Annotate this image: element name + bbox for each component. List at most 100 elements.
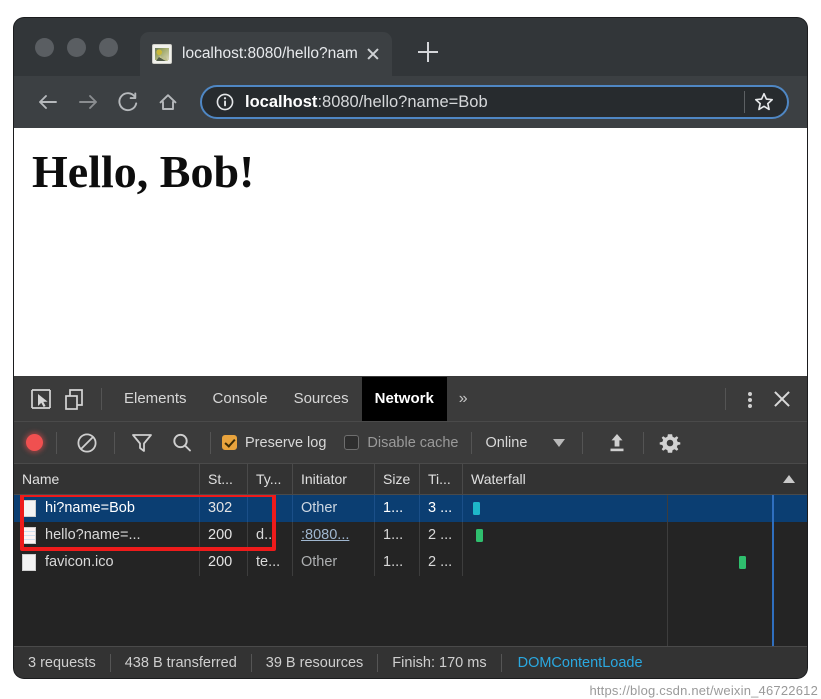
record-button[interactable]	[26, 434, 43, 451]
column-header-waterfall-label: Waterfall	[471, 471, 526, 487]
table-row[interactable]: hello?name=... 200 d... :8080... 1... 2 …	[14, 522, 807, 549]
tab-title: localhost:8080/hello?name=Bob	[182, 45, 358, 62]
close-icon[interactable]	[362, 43, 384, 65]
row-name: hello?name=...	[45, 527, 141, 543]
row-status: 200	[200, 522, 248, 549]
page-viewport: Hello, Bob!	[14, 128, 807, 376]
network-request-list[interactable]: hi?name=Bob 302 Other 1... 3 ... hello?n…	[14, 495, 807, 646]
arrow-left-icon	[39, 95, 57, 109]
network-column-headers: Name St... Ty... Initiator Size Ti... Wa…	[14, 463, 807, 495]
reload-button[interactable]	[108, 82, 148, 122]
back-button[interactable]	[28, 82, 68, 122]
favicon-icon	[152, 44, 172, 64]
new-tab-button[interactable]	[414, 38, 442, 66]
column-header-initiator[interactable]: Initiator	[293, 463, 375, 495]
status-requests: 3 requests	[14, 653, 111, 672]
device-toolbar-icon[interactable]	[58, 382, 92, 416]
divider	[744, 91, 745, 113]
tab-elements[interactable]: Elements	[111, 377, 200, 421]
checkbox-box[interactable]	[222, 435, 237, 450]
table-row[interactable]: favicon.ico 200 te... Other 1... 2 ...	[14, 549, 807, 576]
tab-console[interactable]: Console	[200, 377, 281, 421]
table-row[interactable]: hi?name=Bob 302 Other 1... 3 ...	[14, 495, 807, 522]
divider	[114, 431, 115, 454]
inspect-cursor-icon[interactable]	[24, 382, 58, 416]
window-minimize-button[interactable]	[67, 38, 86, 57]
checkbox-box[interactable]	[344, 435, 360, 450]
tab-sources[interactable]: Sources	[281, 377, 362, 421]
info-circle-icon[interactable]	[216, 93, 234, 111]
row-status: 200	[200, 549, 248, 576]
disable-cache-checkbox[interactable]: Disable cache	[344, 435, 458, 451]
row-name-cell[interactable]: favicon.ico	[14, 549, 200, 576]
column-header-time[interactable]: Ti...	[420, 463, 463, 495]
network-status-bar: 3 requests 438 B transferred 39 B resour…	[14, 646, 807, 678]
address-bar-path: :8080/hello?name=Bob	[317, 92, 488, 111]
waterfall-gridline	[667, 495, 668, 646]
row-initiator[interactable]: Other	[293, 495, 375, 522]
divider	[471, 431, 473, 454]
home-button[interactable]	[148, 82, 188, 122]
column-header-type[interactable]: Ty...	[248, 463, 293, 495]
row-name: favicon.ico	[45, 554, 114, 570]
chevron-down-icon[interactable]	[553, 438, 566, 447]
forward-button[interactable]	[68, 82, 108, 122]
row-waterfall	[463, 549, 807, 576]
search-icon[interactable]	[165, 426, 199, 460]
star-icon[interactable]	[747, 87, 781, 117]
row-type: d...	[248, 522, 293, 549]
browser-tab-active[interactable]: localhost:8080/hello?name=Bob	[140, 32, 392, 76]
kebab-menu-icon[interactable]	[735, 382, 765, 416]
tab-network[interactable]: Network	[361, 377, 447, 421]
row-name-cell[interactable]: hi?name=Bob	[14, 495, 200, 522]
reload-icon	[118, 92, 138, 112]
address-bar-url: localhost:8080/hello?name=Bob	[245, 93, 742, 112]
sort-ascending-icon[interactable]	[783, 475, 795, 483]
address-bar-host: localhost	[245, 92, 318, 111]
address-bar[interactable]: localhost:8080/hello?name=Bob	[200, 85, 789, 119]
row-time: 2 ...	[420, 522, 463, 549]
column-header-waterfall[interactable]: Waterfall	[463, 463, 807, 495]
devtools-tabbar-right	[716, 377, 799, 421]
gear-icon[interactable]	[653, 426, 687, 460]
preserve-log-checkbox[interactable]: Preserve log	[222, 435, 326, 451]
divider	[101, 388, 102, 410]
network-toolbar: Preserve log Disable cache Online	[14, 421, 807, 463]
divider	[210, 431, 211, 454]
row-size: 1...	[375, 495, 420, 522]
column-header-size[interactable]: Size	[375, 463, 420, 495]
divider	[725, 388, 726, 410]
devtools-panel: Elements Console Sources Network » Prese…	[14, 376, 807, 678]
plain-file-icon	[22, 554, 36, 571]
row-initiator[interactable]: :8080...	[293, 522, 375, 549]
row-name: hi?name=Bob	[45, 500, 135, 516]
divider	[643, 431, 645, 454]
divider	[582, 431, 584, 454]
page-heading: Hello, Bob!	[32, 146, 255, 197]
row-initiator[interactable]: Other	[293, 549, 375, 576]
plain-file-icon	[22, 500, 36, 517]
document-file-icon	[22, 527, 36, 544]
column-header-name[interactable]: Name	[14, 463, 200, 495]
column-header-status[interactable]: St...	[200, 463, 248, 495]
row-name-cell[interactable]: hello?name=...	[14, 522, 200, 549]
more-tabs-button[interactable]: »	[447, 390, 480, 408]
window-maximize-button[interactable]	[99, 38, 118, 57]
clear-icon[interactable]	[70, 426, 104, 460]
disable-cache-label: Disable cache	[367, 434, 459, 451]
status-domcontentloaded: DOMContentLoade	[517, 654, 643, 671]
tab-strip: localhost:8080/hello?name=Bob	[14, 18, 807, 76]
filter-icon[interactable]	[125, 426, 159, 460]
row-waterfall	[463, 495, 807, 522]
window-close-button[interactable]	[35, 38, 54, 57]
window-controls	[35, 38, 118, 57]
row-waterfall	[463, 522, 807, 549]
status-resources: 39 B resources	[252, 653, 379, 672]
throttling-select-value[interactable]: Online	[485, 435, 527, 451]
preserve-log-label: Preserve log	[245, 434, 327, 451]
close-icon[interactable]	[765, 382, 799, 416]
import-har-icon[interactable]	[600, 426, 634, 460]
row-type: te...	[248, 549, 293, 576]
screenshot-root: localhost:8080/hello?name=Bob	[0, 0, 821, 699]
browser-toolbar: localhost:8080/hello?name=Bob	[14, 76, 807, 128]
